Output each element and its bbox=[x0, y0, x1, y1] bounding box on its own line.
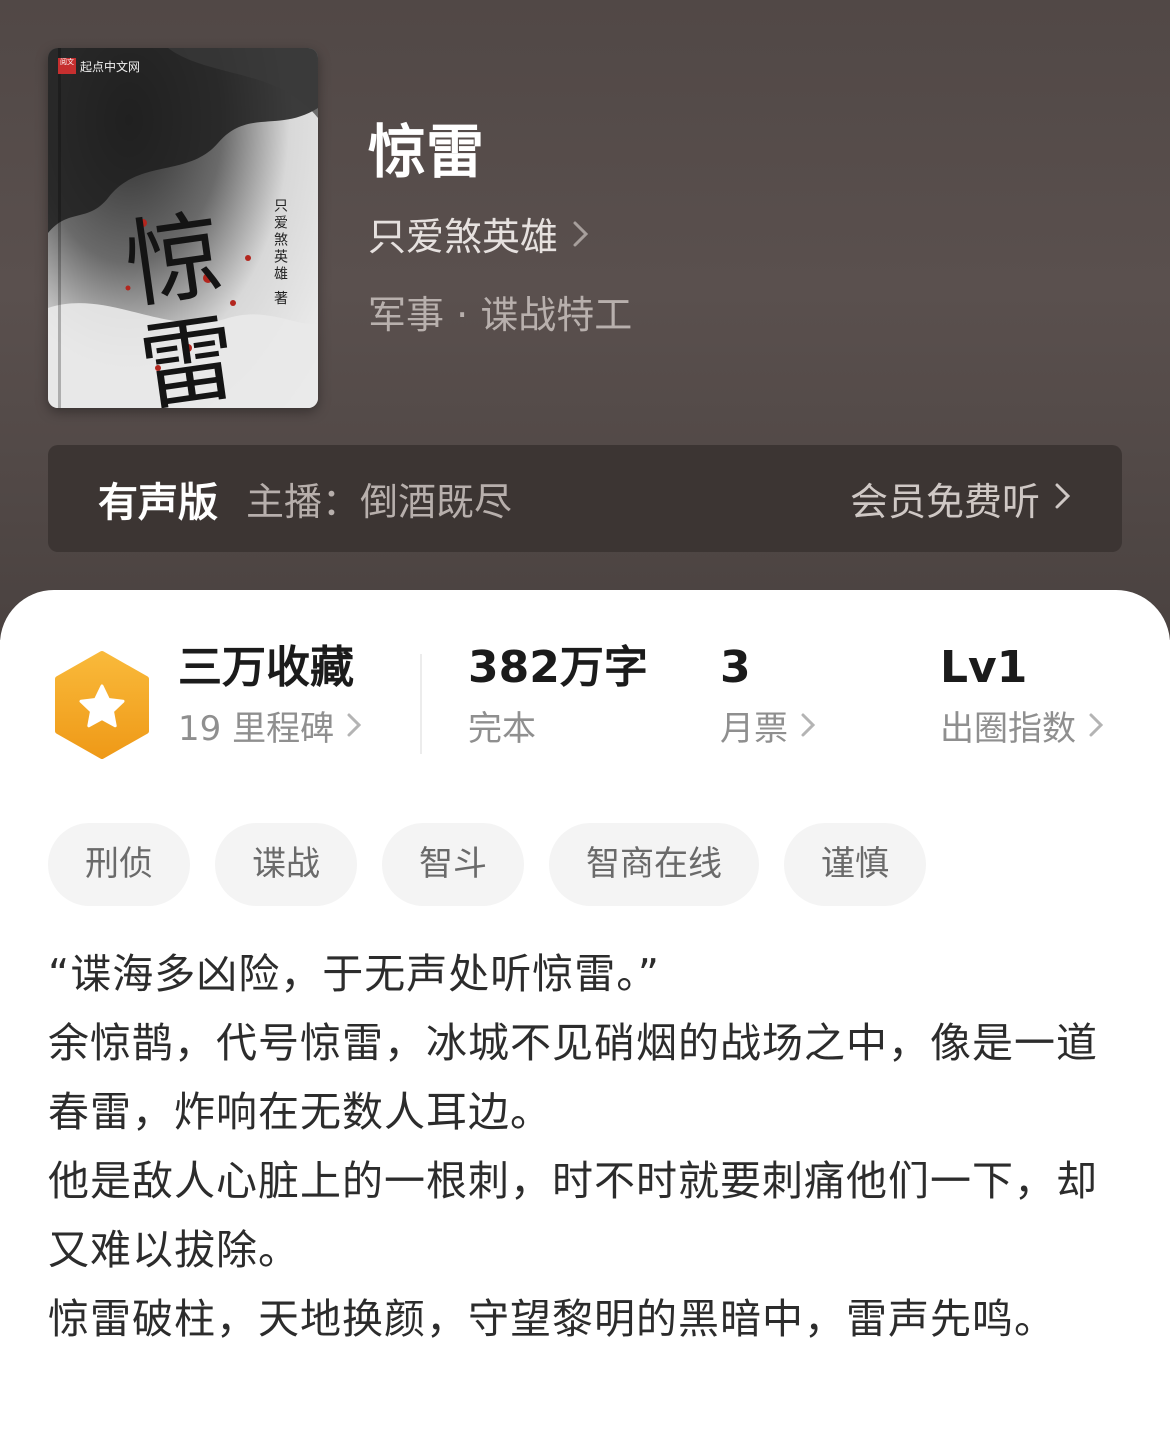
book-genre[interactable]: 军事 · 谍战特工 bbox=[368, 290, 632, 340]
member-free-listen-label: 会员免费听 bbox=[849, 480, 1040, 524]
cover-brand: 起点中文网 bbox=[80, 60, 141, 74]
book-cover[interactable]: 阅文 起点中文网 惊雷 只爱煞英雄 著 bbox=[48, 48, 318, 408]
description-paragraph: 余惊鹊，代号惊雷，冰城不见硝烟的战场之中，像是一道春雷，炸响在无数人耳边。 bbox=[48, 1019, 1098, 1136]
description-paragraph: 惊雷破柱，天地换颜，守望黎明的黑暗中，雷声先鸣。 bbox=[48, 1295, 1056, 1343]
chevron-right-icon bbox=[1088, 706, 1104, 752]
breakout-index-link[interactable]: 出圈指数 bbox=[940, 706, 1104, 752]
chevron-right-icon bbox=[1054, 480, 1072, 518]
stat-collection[interactable]: 三万收藏 19 里程碑 bbox=[178, 640, 362, 752]
stat-status-label: 完本 bbox=[468, 709, 536, 749]
stat-breakout-index[interactable]: Lv1 出圈指数 bbox=[940, 640, 1104, 752]
book-detail-card: 三万收藏 19 里程碑 382万字 完本 3 月票 Lv1 出圈指数 刑侦 谍战… bbox=[0, 590, 1170, 1436]
milestone-link[interactable]: 19 里程碑 bbox=[178, 706, 362, 752]
tag-chip[interactable]: 智商在线 bbox=[549, 823, 759, 906]
cover-author: 只爱煞英雄 著 bbox=[272, 198, 288, 308]
tag-chip[interactable]: 谨慎 bbox=[784, 823, 926, 906]
tag-chip[interactable]: 谍战 bbox=[215, 823, 357, 906]
audio-edition-bar[interactable]: 有声版 主播：倒酒既尽 会员免费听 bbox=[48, 445, 1122, 552]
tag-chip[interactable]: 刑侦 bbox=[48, 823, 190, 906]
description-paragraph: “谍海多凶险，于无声处听惊雷。” bbox=[48, 950, 660, 998]
audio-host: 主播：倒酒既尽 bbox=[246, 480, 513, 524]
stats-row: 三万收藏 19 里程碑 382万字 完本 3 月票 Lv1 出圈指数 bbox=[0, 640, 1170, 770]
stat-word-count-value: 382万字 bbox=[468, 642, 648, 693]
tag-list: 刑侦 谍战 智斗 智商在线 谨慎 bbox=[48, 823, 951, 906]
monthly-tickets-link[interactable]: 月票 bbox=[720, 706, 816, 752]
chevron-right-icon bbox=[572, 212, 590, 262]
milestone-label: 19 里程碑 bbox=[178, 709, 335, 749]
member-free-listen-button[interactable]: 会员免费听 bbox=[850, 471, 1072, 526]
stat-word-count: 382万字 完本 bbox=[468, 640, 648, 752]
tag-chip[interactable]: 智斗 bbox=[382, 823, 524, 906]
chevron-right-icon bbox=[346, 706, 362, 752]
stat-breakout-index-value: Lv1 bbox=[940, 642, 1028, 693]
description-paragraph: 他是敌人心脏上的一根刺，时不时就要刺痛他们一下，却又难以拔除。 bbox=[48, 1157, 1098, 1274]
stats-divider bbox=[420, 654, 422, 754]
author-name: 只爱煞英雄 bbox=[368, 215, 559, 259]
star-hexagon-icon bbox=[55, 651, 149, 759]
book-description: “谍海多凶险，于无声处听惊雷。” 余惊鹊，代号惊雷，冰城不见硝烟的战场之中，像是… bbox=[48, 940, 1128, 1354]
stat-monthly-tickets-value: 3 bbox=[720, 642, 751, 693]
cover-spine bbox=[58, 48, 61, 408]
book-title: 惊雷 bbox=[368, 118, 485, 186]
author-link[interactable]: 只爱煞英雄 bbox=[368, 212, 590, 262]
audio-label: 有声版 bbox=[98, 479, 218, 526]
monthly-tickets-label: 月票 bbox=[720, 709, 788, 749]
stat-monthly-tickets[interactable]: 3 月票 bbox=[720, 640, 816, 752]
stat-collection-value: 三万收藏 bbox=[178, 642, 354, 693]
breakout-index-label: 出圈指数 bbox=[940, 709, 1076, 749]
cover-badge: 阅文 bbox=[58, 58, 76, 74]
book-header: 阅文 起点中文网 惊雷 只爱煞英雄 著 惊雷 只爱煞英雄 军事 · 谍战特工 有… bbox=[0, 0, 1170, 640]
chevron-right-icon bbox=[800, 706, 816, 752]
